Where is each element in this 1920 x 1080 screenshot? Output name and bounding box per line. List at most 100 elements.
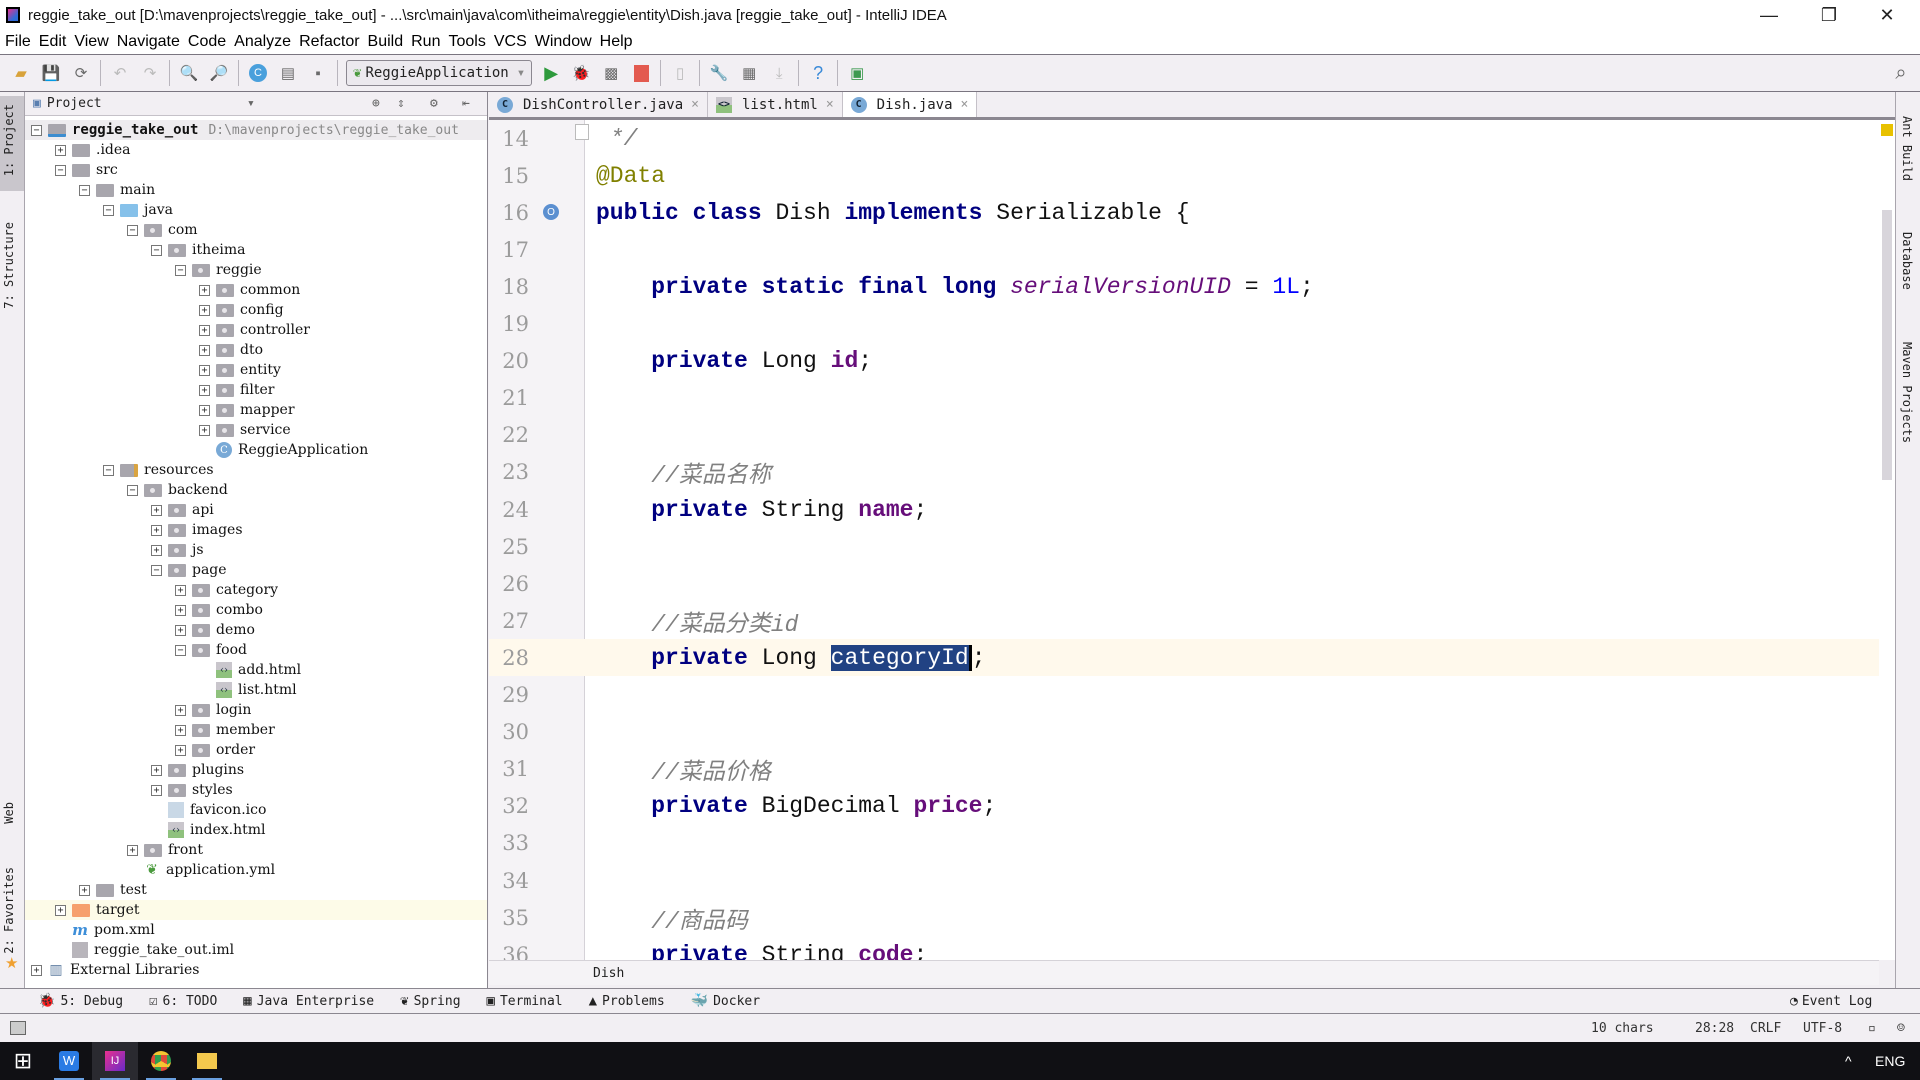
- tool-window-spring[interactable]: ❦ Spring: [400, 993, 460, 1009]
- project-view-label[interactable]: Project: [47, 96, 102, 111]
- code-line[interactable]: 36 private String code;: [489, 936, 1879, 960]
- folder-icon[interactable]: ▪: [306, 61, 330, 85]
- project-structure-icon[interactable]: ▦: [737, 61, 761, 85]
- tree-item[interactable]: + order: [25, 740, 487, 760]
- debug-icon[interactable]: 🐞: [569, 61, 593, 85]
- tree-item[interactable]: + js: [25, 540, 487, 560]
- menu-view[interactable]: View: [74, 33, 108, 51]
- tree-item[interactable]: + service: [25, 420, 487, 440]
- tree-item[interactable]: + common: [25, 280, 487, 300]
- class-icon[interactable]: C: [246, 61, 270, 85]
- tool-window-web[interactable]: Web: [2, 802, 16, 824]
- inspector-icon[interactable]: ☺: [1897, 1021, 1905, 1036]
- collapse-icon[interactable]: −: [103, 464, 114, 476]
- tree-item[interactable]: − main: [25, 180, 487, 200]
- tool-window-maven[interactable]: Maven Projects: [1900, 342, 1914, 443]
- expand-icon[interactable]: +: [151, 764, 162, 776]
- tool-window-project[interactable]: 1: Project: [2, 104, 16, 176]
- expand-icon[interactable]: +: [175, 724, 186, 736]
- menu-refactor[interactable]: Refactor: [299, 33, 359, 51]
- expand-icon[interactable]: +: [199, 324, 210, 336]
- tree-item[interactable]: m pom.xml: [25, 920, 487, 940]
- tree-item[interactable]: ❦ application.yml: [25, 860, 487, 880]
- tool-window-docker[interactable]: 🐳 Docker: [691, 993, 760, 1009]
- tree-item[interactable]: favicon.ico: [25, 800, 487, 820]
- collapse-icon[interactable]: −: [31, 124, 42, 136]
- editor-scrollbar[interactable]: [1882, 210, 1892, 480]
- tree-item[interactable]: + controller: [25, 320, 487, 340]
- tree-item[interactable]: ‹› list.html: [25, 680, 487, 700]
- stop-icon[interactable]: [629, 61, 653, 85]
- tree-item[interactable]: + ▥ External Libraries: [25, 960, 487, 980]
- settings-wrench-icon[interactable]: 🔧: [707, 61, 731, 85]
- intellij-taskbar-icon[interactable]: IJ: [92, 1042, 138, 1080]
- event-log-button[interactable]: ◔ Event Log: [1790, 994, 1872, 1009]
- code-editor[interactable]: 14 */ 15 @Data 16 public class Dish implemen…: [489, 120, 1879, 960]
- expand-icon[interactable]: +: [175, 604, 186, 616]
- code-line[interactable]: 32 private BigDecimal price;: [489, 788, 1879, 825]
- expand-icon[interactable]: +: [151, 524, 162, 536]
- tree-item[interactable]: + plugins: [25, 760, 487, 780]
- expand-icon[interactable]: +: [79, 884, 90, 896]
- editor-tab[interactable]: C Dish.java ×: [842, 92, 978, 117]
- sdk-download-icon[interactable]: ⤓: [767, 61, 791, 85]
- tree-item[interactable]: − reggie: [25, 260, 487, 280]
- expand-icon[interactable]: +: [55, 144, 66, 156]
- tool-window-database[interactable]: Database: [1900, 232, 1914, 290]
- restore-button[interactable]: ❐: [1800, 0, 1858, 30]
- tree-item[interactable]: C ReggieApplication: [25, 440, 487, 460]
- code-line[interactable]: 28 private Long categoryId;: [489, 639, 1879, 677]
- collapse-icon[interactable]: −: [79, 184, 90, 196]
- tree-item[interactable]: + .idea: [25, 140, 487, 160]
- synchronize-icon[interactable]: ⟳: [69, 61, 93, 85]
- menu-edit[interactable]: Edit: [39, 33, 67, 51]
- breadcrumb[interactable]: Dish: [489, 960, 1879, 985]
- tree-item[interactable]: + target: [25, 900, 487, 920]
- code-line[interactable]: 14 */: [489, 120, 1879, 157]
- expand-icon[interactable]: +: [175, 584, 186, 596]
- code-line[interactable]: 21: [489, 380, 1879, 417]
- code-line[interactable]: 17: [489, 231, 1879, 268]
- code-line[interactable]: 31 //菜品价格: [489, 751, 1879, 788]
- project-view-dropdown-icon[interactable]: ▾: [247, 96, 255, 111]
- tree-item[interactable]: + entity: [25, 360, 487, 380]
- collapse-icon[interactable]: −: [127, 224, 138, 236]
- line-separator[interactable]: CRLF: [1750, 1021, 1781, 1036]
- lock-icon[interactable]: ▫: [1868, 1021, 1876, 1036]
- chrome-icon[interactable]: [138, 1042, 184, 1080]
- tree-item[interactable]: + combo: [25, 600, 487, 620]
- save-all-icon[interactable]: 💾: [39, 61, 63, 85]
- input-language[interactable]: ENG: [1875, 1053, 1905, 1069]
- tool-window-structure[interactable]: 7: Structure: [2, 222, 16, 309]
- expand-icon[interactable]: +: [199, 364, 210, 376]
- expand-icon[interactable]: +: [55, 904, 66, 916]
- collapse-icon[interactable]: −: [127, 484, 138, 496]
- minimize-button[interactable]: —: [1740, 0, 1798, 30]
- menu-vcs[interactable]: VCS: [494, 33, 527, 51]
- collapse-icon[interactable]: −: [175, 264, 186, 276]
- tree-item[interactable]: + demo: [25, 620, 487, 640]
- tree-item[interactable]: − backend: [25, 480, 487, 500]
- tool-window-debug[interactable]: 🐞 5: Debug: [38, 993, 123, 1009]
- tree-item[interactable]: − reggie_take_out D:\mavenprojects\reggie_…: [25, 120, 487, 140]
- tool-window-todo[interactable]: ☑ 6: TODO: [149, 993, 217, 1009]
- locate-file-icon[interactable]: ⊕: [372, 96, 380, 111]
- collapse-icon[interactable]: −: [103, 204, 114, 216]
- menu-tools[interactable]: Tools: [448, 33, 485, 51]
- fold-icon[interactable]: [575, 124, 589, 140]
- tree-item[interactable]: + category: [25, 580, 487, 600]
- tree-item[interactable]: reggie_take_out.iml: [25, 940, 487, 960]
- expand-icon[interactable]: +: [175, 624, 186, 636]
- run-configuration-select[interactable]: ❦ ReggieApplication ▾: [346, 60, 533, 86]
- tree-item[interactable]: + filter: [25, 380, 487, 400]
- expand-icon[interactable]: +: [151, 504, 162, 516]
- collapse-icon[interactable]: −: [175, 644, 186, 656]
- tree-item[interactable]: + mapper: [25, 400, 487, 420]
- tree-item[interactable]: + front: [25, 840, 487, 860]
- menu-build[interactable]: Build: [368, 33, 404, 51]
- file-icon[interactable]: ▤: [276, 61, 300, 85]
- close-tab-icon[interactable]: ×: [826, 97, 834, 112]
- settings-gear-icon[interactable]: ⚙: [430, 96, 438, 111]
- expand-icon[interactable]: +: [199, 384, 210, 396]
- code-line[interactable]: 30: [489, 714, 1879, 751]
